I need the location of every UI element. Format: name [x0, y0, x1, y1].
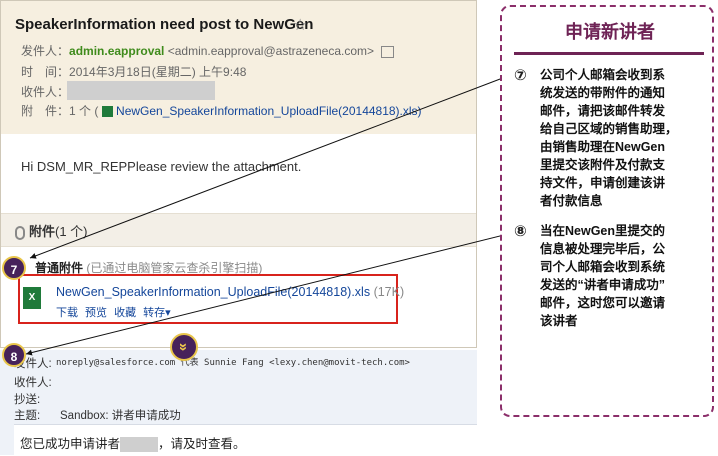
step-7-number: ⑦: [514, 67, 527, 84]
step-7-line: 公司个人邮箱会收到系: [540, 68, 666, 82]
arrow-step-8: [25, 232, 513, 356]
step-8-line: 发送的“讲者申请成功”: [540, 278, 666, 292]
step-8-line: 司个人邮箱会收到系统: [540, 260, 666, 274]
panel-title: 申请新讲者: [565, 22, 655, 43]
step-8-line: 邮件，这时您可以邀请: [540, 296, 666, 310]
step-7-line: 统发送的带附件的通知: [540, 86, 666, 100]
step-7-line: 由销售助理在NewGen: [540, 140, 666, 154]
step-7-line: 给自己区域的销售助理，: [540, 122, 678, 136]
step-8-line: 该讲者: [540, 314, 578, 328]
step-7-line: 里提交该附件及付款支: [540, 158, 666, 172]
step-8-line: 当在NewGen里提交的: [540, 224, 666, 238]
step-7-text: 公司个人邮箱会收到系 统发送的带附件的通知 邮件，请把该邮件转发 给自己区域的销…: [540, 66, 704, 210]
step-7-line: 持文件，申请创建该讲: [540, 176, 666, 190]
step-7-line: 邮件，请把该邮件转发: [540, 104, 666, 118]
step-8-line: 信息被处理完毕后，公: [540, 242, 666, 256]
arrow-step-7: [29, 75, 509, 259]
title-underline: [514, 52, 704, 55]
step-8-text: 当在NewGen里提交的 信息被处理完毕后，公 司个人邮箱会收到系统 发送的“讲…: [540, 222, 704, 330]
step-7-line: 者付款信息: [540, 194, 603, 208]
step-8-number: ⑧: [514, 223, 527, 240]
